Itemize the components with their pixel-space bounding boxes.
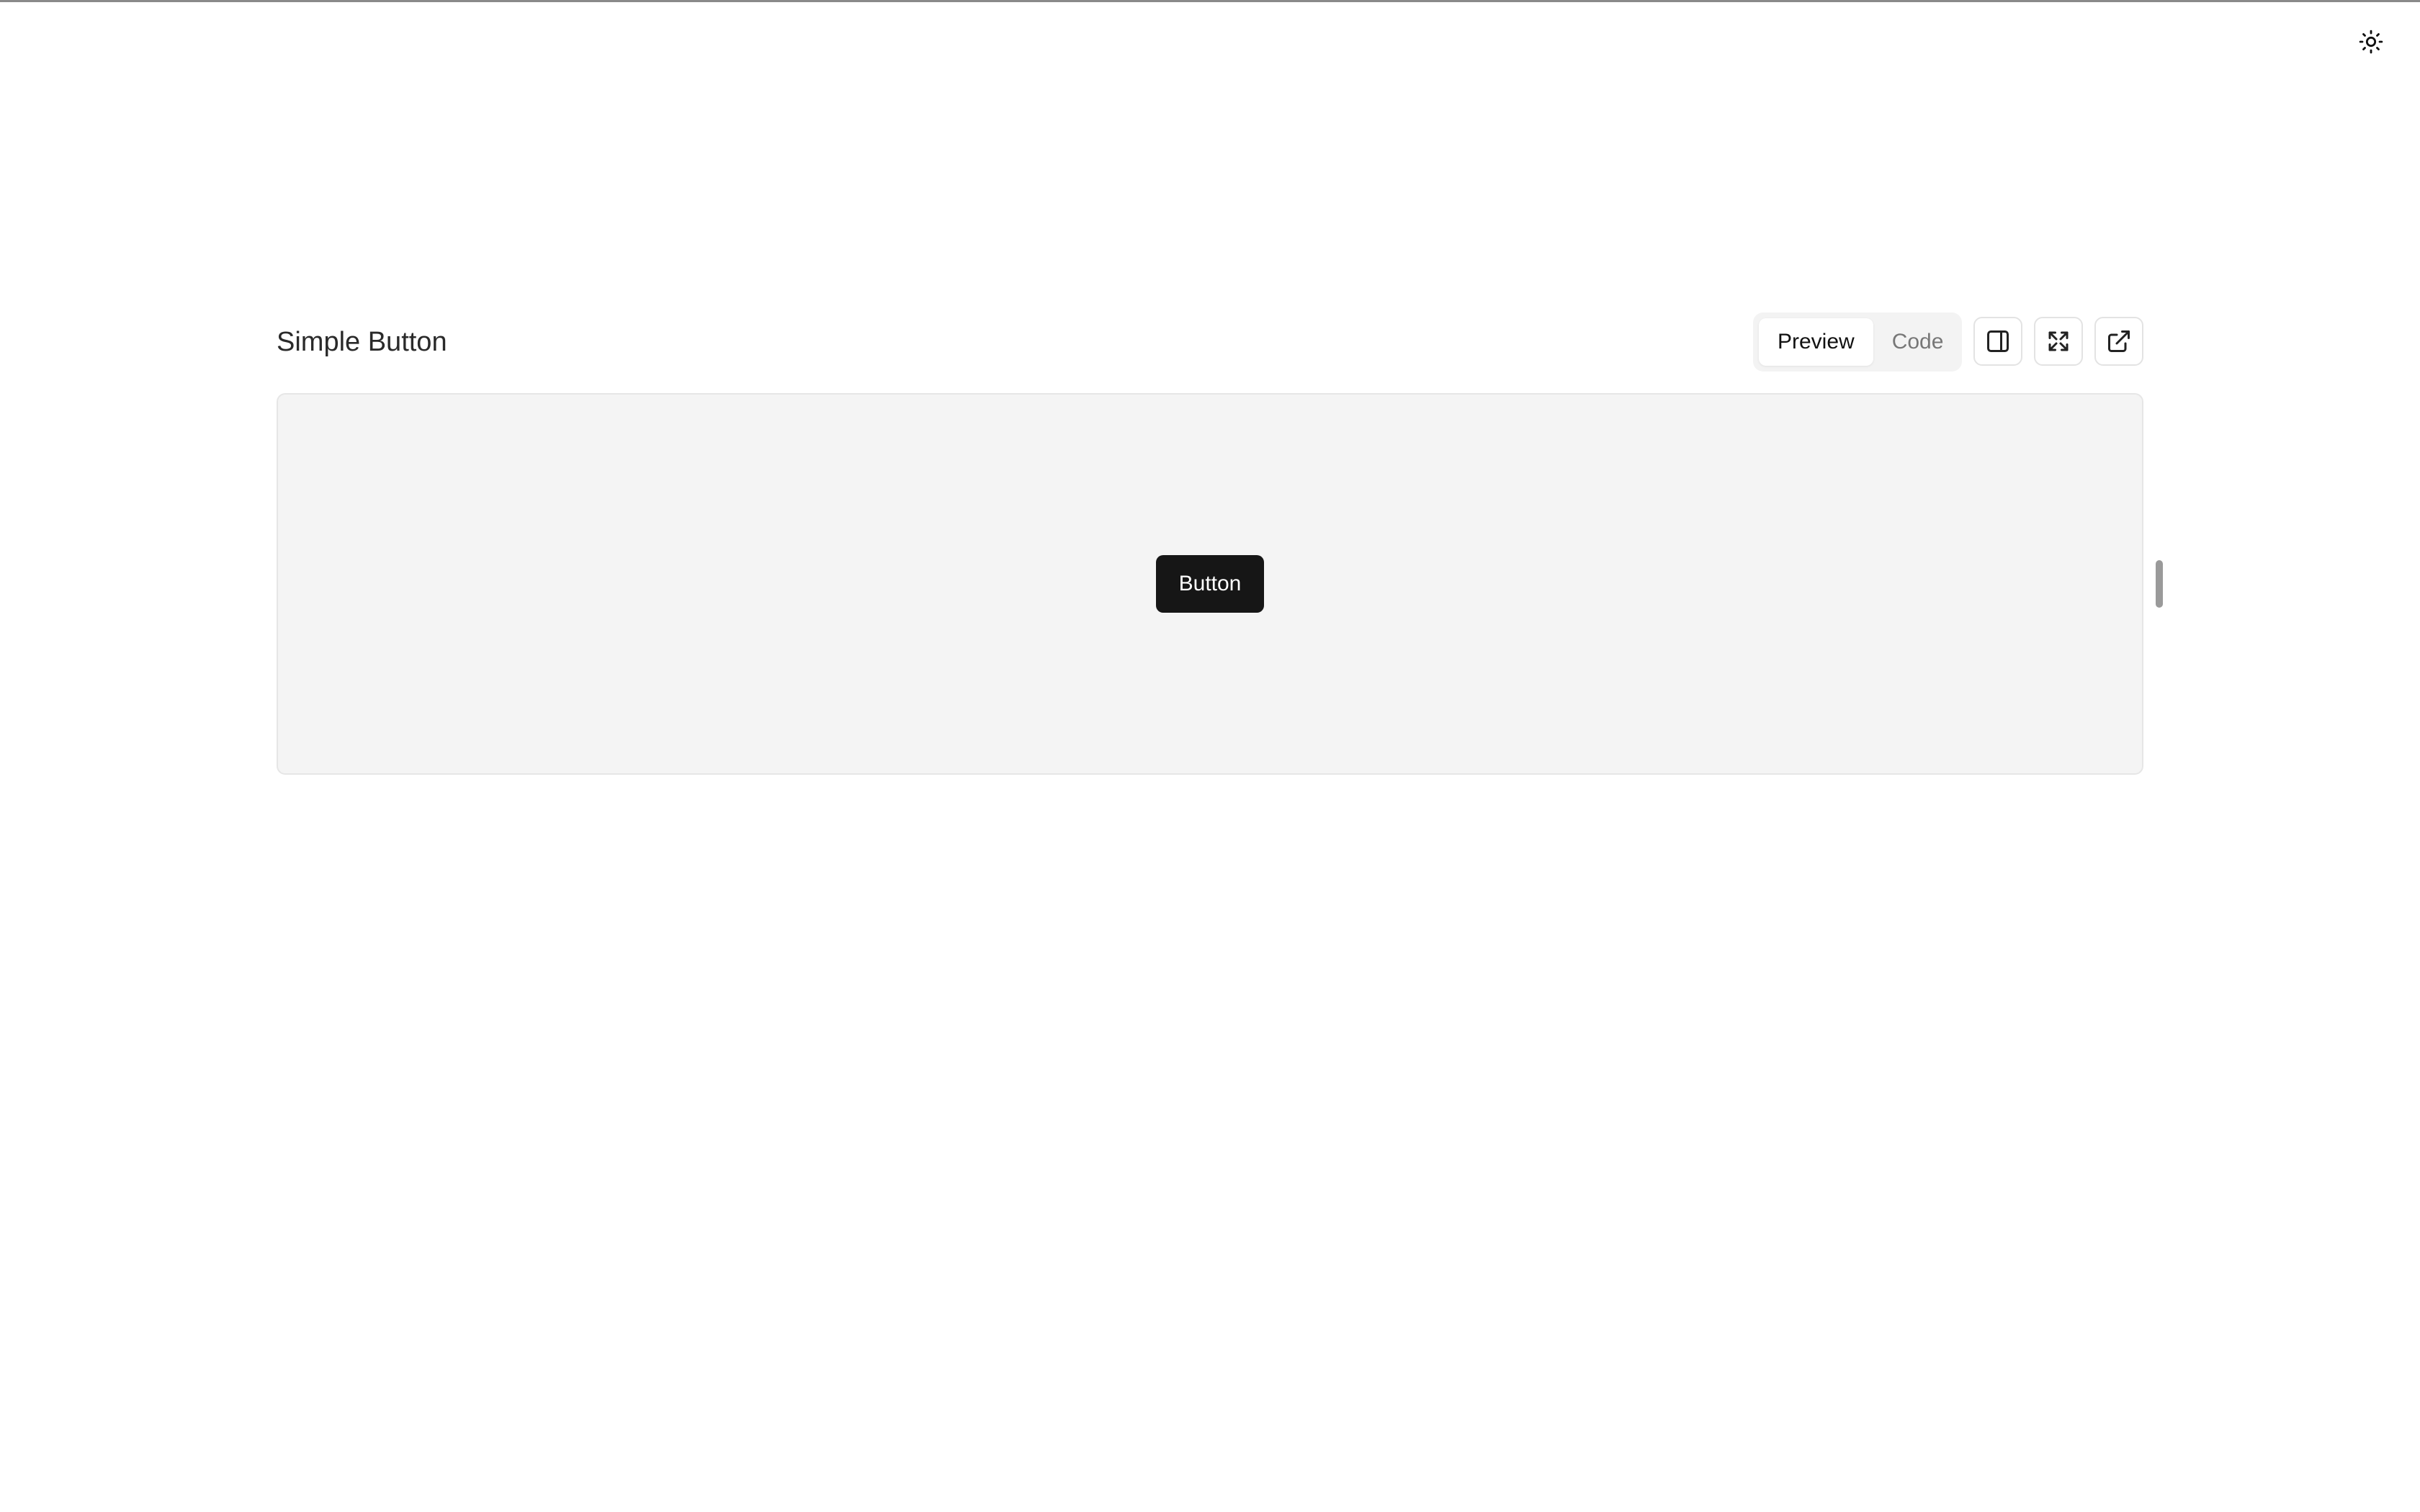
preview-canvas: Button (277, 393, 2143, 775)
tab-preview[interactable]: Preview (1759, 318, 1873, 366)
tab-code[interactable]: Code (1873, 318, 1963, 366)
demo-button[interactable]: Button (1155, 555, 1265, 613)
fullscreen-button[interactable] (2034, 317, 2083, 366)
theme-toggle-button[interactable] (2354, 24, 2388, 59)
resize-handle[interactable] (2156, 560, 2163, 608)
sun-icon (2359, 30, 2383, 54)
toggle-panel-button[interactable] (1973, 317, 2022, 366)
page-title: Simple Button (277, 327, 447, 357)
expand-icon (2048, 331, 2069, 351)
panel-right-icon (1987, 330, 2009, 352)
view-tabs: Preview Code (1753, 312, 1962, 372)
top-border (0, 0, 2420, 2)
external-link-icon (2108, 330, 2130, 352)
open-external-button[interactable] (2094, 317, 2143, 366)
component-header: Simple Button Preview Code (277, 312, 2143, 372)
